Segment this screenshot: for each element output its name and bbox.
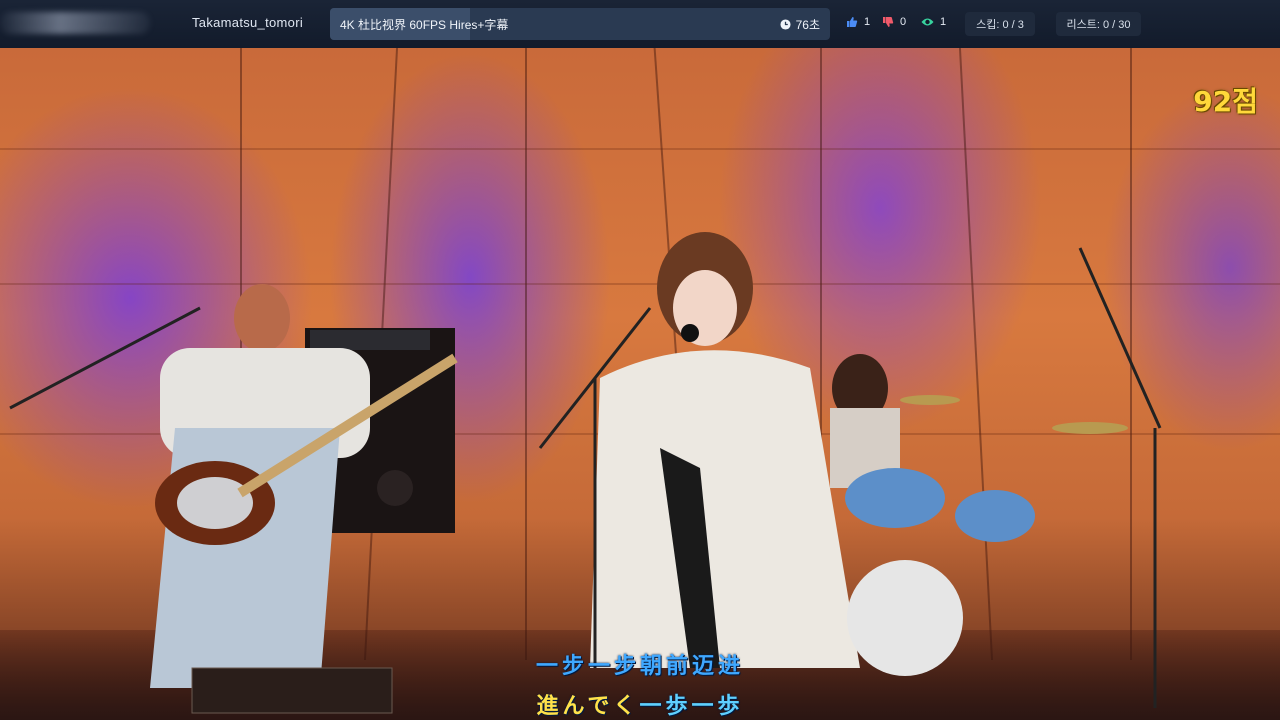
like-count: 1: [864, 16, 871, 28]
like-button[interactable]: 1: [846, 16, 870, 28]
username[interactable]: Takamatsu_tomori: [192, 15, 303, 30]
thumbs-up-icon: [847, 17, 858, 27]
lyric-line-original: 進んでく一歩一歩: [0, 688, 1280, 720]
time-remaining: 76초: [780, 16, 820, 33]
skip-counter[interactable]: 스킵: 0 / 3: [965, 12, 1035, 36]
thumbs-down-icon: [883, 17, 894, 27]
score-badge: 92점: [1193, 85, 1258, 118]
clock-icon: [780, 19, 791, 30]
dislike-button[interactable]: 0: [882, 16, 906, 28]
lyric-sung-portion: 進んでく: [536, 694, 640, 719]
view-counter: 1: [921, 16, 946, 28]
view-count: 1: [940, 16, 947, 28]
eye-icon: [921, 18, 934, 26]
time-label: 76초: [795, 18, 820, 32]
stage-scene: [9, 232, 1162, 714]
video-title-bar[interactable]: 4K 杜比视界 60FPS Hires+字幕 76초: [330, 8, 830, 40]
dislike-count: 0: [900, 16, 907, 28]
video-title: 4K 杜比视界 60FPS Hires+字幕: [340, 18, 509, 32]
top-bar: Takamatsu_tomori 4K 杜比视界 60FPS Hires+字幕 …: [0, 0, 1280, 49]
lyric-line-translation: 一步一步朝前迈进: [535, 654, 744, 679]
logo: [0, 12, 150, 34]
list-counter[interactable]: 리스트: 0 / 30: [1056, 12, 1141, 36]
video-player[interactable]: 92점 一步一步朝前迈进 進んでく一歩一歩: [0, 48, 1280, 720]
lyric-unsung-portion: 一歩一歩: [639, 694, 744, 719]
